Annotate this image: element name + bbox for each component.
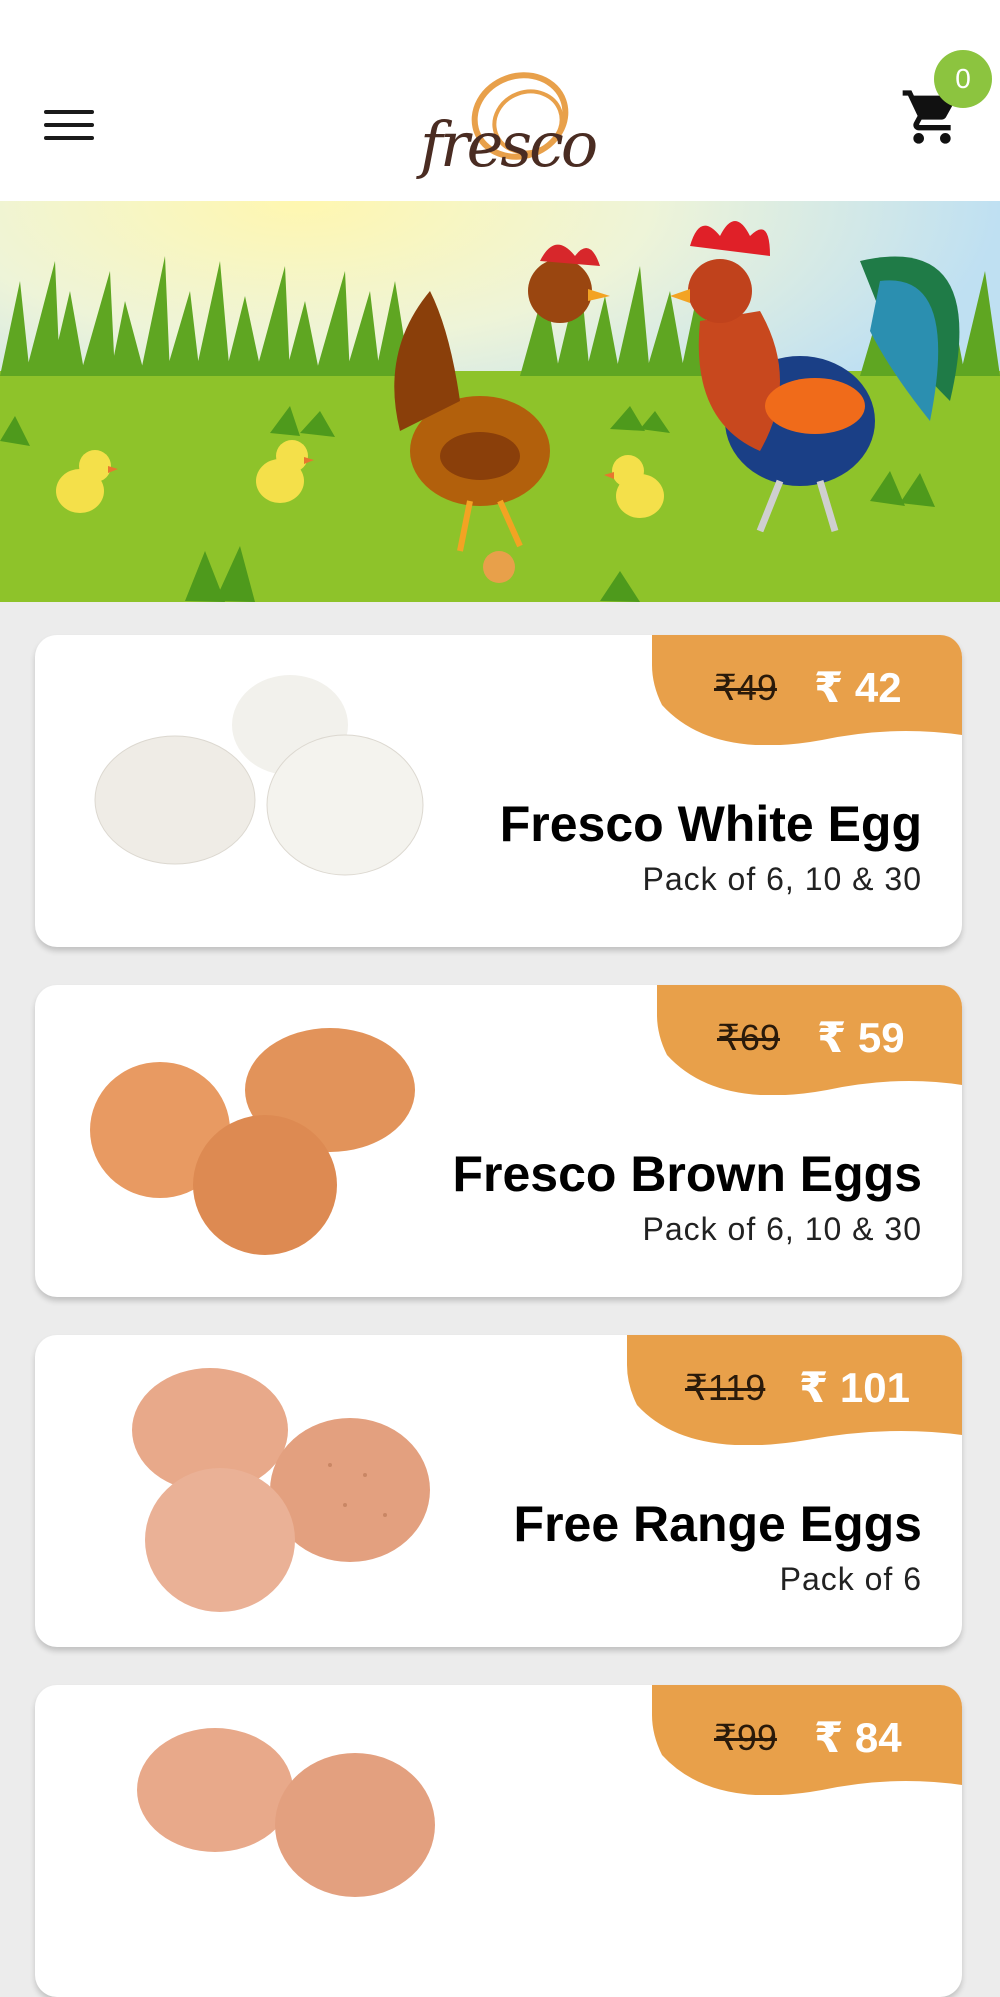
discounted-price: ₹ 42: [814, 664, 902, 711]
carousel-dot-active[interactable]: [483, 551, 515, 583]
product-pack-size: Pack of 6, 10 & 30: [642, 1211, 922, 1247]
discounted-price: ₹ 101: [799, 1364, 910, 1411]
app-header: fresco 0: [0, 0, 1000, 201]
product-name: Free Range Eggs: [513, 1496, 922, 1552]
white-egg-image: [94, 675, 424, 876]
free-range-egg-image: [132, 1368, 430, 1612]
original-price: ₹99: [714, 1717, 777, 1758]
original-price: ₹49: [714, 667, 777, 708]
brown-egg-image: [90, 1028, 415, 1255]
discounted-price: ₹ 84: [814, 1714, 902, 1761]
price-tag: ₹99 ₹ 84: [652, 1685, 962, 1795]
original-price: ₹119: [685, 1367, 766, 1408]
discounted-price: ₹ 59: [817, 1014, 905, 1061]
farm-illustration: [0, 201, 1000, 602]
product-pack-size: Pack of 6: [779, 1561, 922, 1597]
price-tag: ₹49 ₹ 42: [652, 635, 962, 745]
original-price: ₹69: [717, 1017, 780, 1058]
hamburger-menu-icon[interactable]: [44, 106, 96, 146]
product-pack-size: Pack of 6, 10 & 30: [642, 861, 922, 897]
cart-count-badge[interactable]: 0: [934, 50, 992, 108]
product-card[interactable]: ₹69 ₹ 59 Fresco Brown Eggs Pack of 6, 10…: [35, 985, 962, 1297]
product-card[interactable]: ₹49 ₹ 42 Fresco White Egg Pack of 6, 10 …: [35, 635, 962, 947]
egg-image: [137, 1728, 435, 1897]
price-tag: ₹69 ₹ 59: [657, 985, 962, 1095]
product-name: Fresco White Egg: [499, 796, 922, 852]
product-name: Fresco Brown Eggs: [452, 1146, 922, 1202]
brand-name: fresco: [420, 108, 598, 181]
price-tag: ₹119 ₹ 101: [627, 1335, 962, 1445]
product-card[interactable]: ₹119 ₹ 101 Free Range Eggs Pack of 6: [35, 1335, 962, 1647]
product-card[interactable]: ₹99 ₹ 84: [35, 1685, 962, 1997]
fresco-logo[interactable]: fresco: [410, 64, 598, 190]
promo-banner-carousel[interactable]: [0, 201, 1000, 602]
